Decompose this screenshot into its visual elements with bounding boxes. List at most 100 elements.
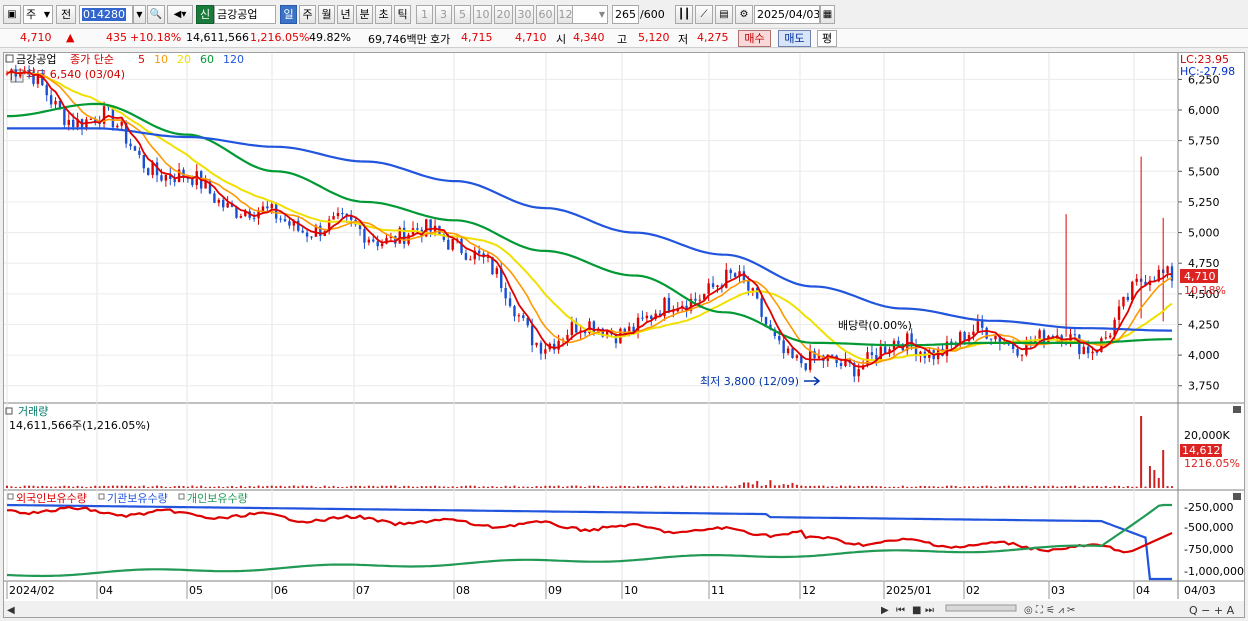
volume-bar [1166, 486, 1169, 488]
interval-button[interactable]: 3 [435, 5, 452, 24]
volume-bar [244, 486, 247, 488]
volume-bar [1060, 486, 1063, 488]
candle-body [782, 340, 785, 354]
stock-chart-svg[interactable]: 금강공업 종가 단순 5 10 20 60 120 최고 6,540 (03/04) L… [4, 53, 1244, 617]
eval-button[interactable]: 평 [817, 30, 837, 47]
high-price: 5,120 [638, 31, 670, 44]
candle-body [464, 253, 468, 260]
volume-bar [932, 486, 935, 488]
volume-bar [990, 486, 993, 488]
candle-icon[interactable]: ┃┃ [675, 5, 693, 24]
holdings-legend-item: 외국인보유수량 [16, 492, 87, 505]
volume-bar [606, 486, 609, 488]
stop-icon[interactable]: ■ [912, 605, 921, 616]
volume-bar [941, 486, 944, 488]
volume-bar [809, 485, 812, 488]
panel-close-icon[interactable] [1233, 493, 1241, 500]
interval-button[interactable]: 5 [454, 5, 471, 24]
gear-icon[interactable]: ⚙ [735, 5, 753, 24]
stock-code-input[interactable]: 014280 [79, 5, 133, 24]
volume-bar [800, 485, 803, 488]
chart-area[interactable]: 금강공업 종가 단순 5 10 20 60 120 최고 6,540 (03/04) L… [3, 52, 1245, 618]
candle-body [989, 338, 993, 340]
interval-button[interactable]: 1 [416, 5, 433, 24]
volume-bar [72, 486, 75, 488]
volume-bar [103, 485, 106, 488]
candle-body [301, 230, 304, 233]
interval-button[interactable]: 10 [473, 5, 492, 24]
holdings-line [6, 505, 1173, 554]
buy-button[interactable]: 매수 [738, 30, 771, 47]
interval-button[interactable]: 60 [536, 5, 555, 24]
volume-bar [1095, 485, 1098, 488]
volume-bar [169, 486, 172, 488]
candle-body [116, 125, 119, 128]
candle-body [279, 218, 282, 220]
sell-button[interactable]: 매도 [778, 30, 811, 47]
new-badge: 신 [196, 5, 214, 24]
volume-bar [270, 485, 273, 488]
volume-bar [23, 485, 26, 488]
volume-bar [517, 486, 520, 488]
period-button[interactable]: 틱 [394, 5, 411, 24]
draw-tools-icon[interactable]: ⟋ [695, 5, 713, 24]
fast-forward-icon[interactable]: ⏭ [925, 605, 934, 616]
rewind-icon[interactable]: ⏮ [896, 605, 905, 616]
zoom-slider[interactable] [945, 604, 1017, 612]
stock-name-field[interactable]: 금강공업 [214, 5, 276, 24]
y-tick-label: -500,000 [1184, 521, 1233, 534]
volume-bar [760, 485, 763, 488]
volume-tag-text: 14,612K [1182, 444, 1228, 457]
volume-bar [63, 485, 66, 488]
save-icon[interactable]: ▤ [715, 5, 733, 24]
volume-bar [734, 486, 737, 488]
volume-bar [200, 485, 203, 488]
panel-close-icon[interactable] [1233, 406, 1241, 413]
period-button[interactable]: 초 [375, 5, 392, 24]
interval-button[interactable]: 20 [494, 5, 513, 24]
candle-body [641, 317, 644, 319]
count-input[interactable]: 265 [612, 5, 639, 24]
volume-bar [191, 485, 194, 488]
period-button[interactable]: 주 [299, 5, 316, 24]
volume-bar [314, 486, 317, 488]
scroll-right-icon[interactable]: ▶ [881, 605, 889, 616]
prev-button[interactable]: 전 [56, 5, 76, 24]
volume-bar [712, 485, 715, 488]
custom-interval-select[interactable]: ▼ [572, 5, 608, 24]
volume-bar [610, 486, 613, 488]
calendar-icon[interactable]: ▦ [820, 5, 835, 24]
volume-bar [182, 486, 185, 488]
period-button[interactable]: 일 [280, 5, 297, 24]
period-button[interactable]: 분 [356, 5, 373, 24]
y-tick-label: -250,000 [1184, 501, 1233, 514]
volume-bar [667, 486, 670, 488]
window-menu-icon[interactable]: ▣ [3, 5, 21, 24]
volume-bar [213, 486, 216, 488]
holdings-y-axis: -250,000 -500,000 -750,000 -1,000,000 [1184, 501, 1244, 578]
scroll-left-icon[interactable]: ◀ [7, 605, 15, 616]
volume-bar [451, 486, 454, 488]
chevron-down-icon[interactable]: ▼ [133, 5, 146, 24]
market-select[interactable]: 주 ▼ [23, 5, 53, 24]
draw-tool-icons[interactable]: ◎ ⛶ ⚟ ⩘ ✂ [1024, 605, 1075, 616]
candle-body [508, 298, 512, 307]
candle-body [160, 175, 163, 181]
zoom-icons[interactable]: Q − + A [1189, 604, 1235, 617]
volume-bar [853, 486, 856, 488]
volume-bar [756, 480, 759, 488]
search-icon[interactable]: 🔍 [147, 5, 165, 24]
volume-bar [513, 485, 516, 488]
period-button[interactable]: 월 [318, 5, 335, 24]
speaker-icon[interactable]: ◀▾ [167, 5, 193, 24]
interval-button[interactable]: 30 [515, 5, 534, 24]
x-tick-label: 08 [456, 584, 470, 597]
date-input[interactable]: 2025/04/03 [754, 5, 820, 24]
candle-body [138, 150, 141, 155]
period-button[interactable]: 년 [337, 5, 354, 24]
x-tick-label: 03 [1051, 584, 1065, 597]
volume-bar [915, 486, 918, 488]
low-price: 4,275 [697, 31, 729, 44]
volume-bar [1034, 485, 1037, 488]
hoga-ask: 4,715 [461, 31, 493, 44]
